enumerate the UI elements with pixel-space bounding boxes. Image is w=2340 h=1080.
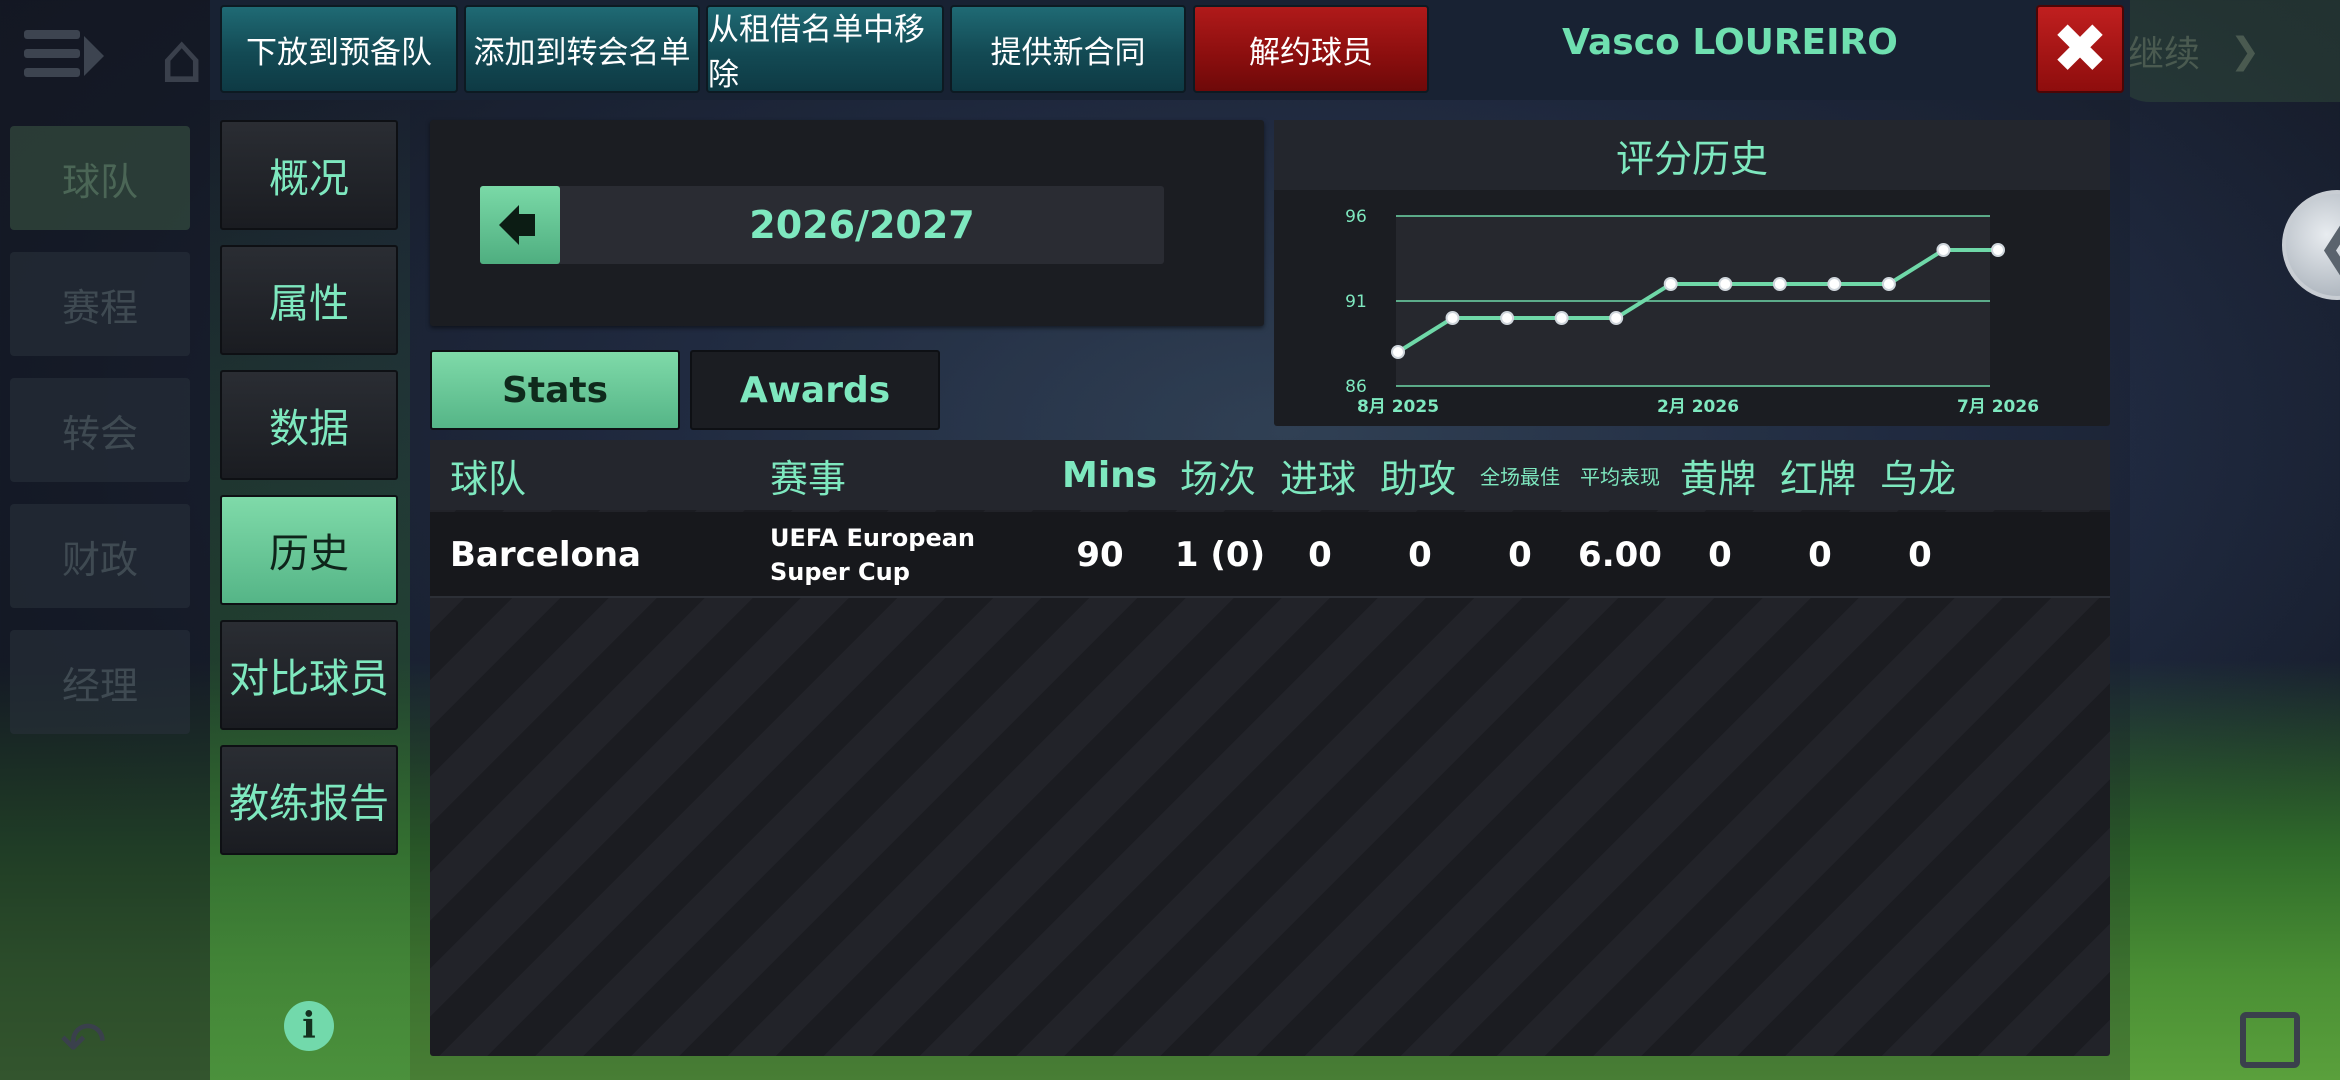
chevron-right-icon: ❯ — [2230, 30, 2261, 72]
cell-yellow-cards: 0 — [1708, 535, 1732, 575]
cell-mins: 90 — [1076, 535, 1124, 575]
tab-attributes[interactable]: 属性 — [220, 245, 398, 355]
offer-new-contract-button[interactable]: 提供新合同 — [950, 5, 1186, 93]
bg-nav-item-team[interactable]: 球队 — [10, 126, 190, 230]
rating-point — [1718, 277, 1733, 291]
previous-season-button[interactable] — [480, 186, 560, 264]
bg-nav-item-finance[interactable]: 财政 — [10, 504, 190, 608]
header-average-rating: 平均表现 — [1580, 464, 1660, 489]
side-drawer-handle[interactable]: ❮ — [2282, 190, 2340, 300]
save-icon[interactable] — [2240, 1012, 2300, 1068]
tab-compare-players[interactable]: 对比球员 — [220, 620, 398, 730]
x-tick-label: 8月 2025 — [1357, 397, 1439, 417]
cell-average-rating: 6.00 — [1578, 535, 1662, 575]
rating-point — [1663, 277, 1678, 291]
close-button[interactable]: ✖ — [2036, 5, 2124, 93]
tab-coach-report[interactable]: 教练报告 — [220, 745, 398, 855]
cell-apps: 1 (0) — [1174, 535, 1266, 575]
rating-point — [1936, 243, 1951, 257]
bg-nav-item-fixtures[interactable]: 赛程 — [10, 252, 190, 356]
y-tick-label: 96 — [1345, 207, 1367, 227]
header-own-goals: 乌龙 — [1880, 456, 1957, 501]
header-team: 球队 — [450, 456, 527, 501]
header-mins: Mins — [1062, 454, 1158, 496]
tab-stats[interactable]: Stats — [430, 350, 680, 430]
player-name: Vasco LOUREIRO — [1562, 22, 1898, 63]
tab-data[interactable]: 数据 — [220, 370, 398, 480]
tab-awards[interactable]: Awards — [690, 350, 940, 430]
header-yellow-cards: 黄牌 — [1680, 456, 1757, 501]
header-red-cards: 红牌 — [1780, 456, 1857, 501]
rating-point — [1500, 311, 1515, 325]
season-label: 2026/2027 — [749, 203, 975, 247]
bg-nav-item-manager[interactable]: 经理 — [10, 630, 190, 734]
chevron-left-icon: ❮ — [2316, 214, 2340, 279]
rating-point — [1391, 345, 1405, 359]
header-goals: 进球 — [1280, 456, 1357, 501]
continue-button[interactable]: 继续 ❯ — [2110, 0, 2340, 102]
rating-point — [1445, 311, 1460, 325]
header-assists: 助攻 — [1380, 456, 1457, 501]
background-sidebar: 球队 赛程 转会 财政 经理 ↶ — [0, 0, 210, 1080]
rating-point — [1772, 277, 1787, 291]
y-tick-label: 86 — [1345, 377, 1367, 397]
cell-assists: 0 — [1408, 535, 1432, 575]
header-man-of-the-match: 全场最佳 — [1480, 464, 1560, 489]
back-arrow-icon[interactable]: ↶ — [60, 1010, 107, 1075]
cell-red-cards: 0 — [1808, 535, 1832, 575]
home-icon[interactable]: ⌂ — [160, 20, 203, 99]
remove-from-loan-list-button[interactable]: 从租借名单中移除 — [706, 5, 944, 93]
stats-table-header — [430, 440, 2110, 510]
release-player-button[interactable]: 解约球员 — [1193, 5, 1429, 93]
tab-history[interactable]: 历史 — [220, 495, 398, 605]
menu-icon[interactable] — [18, 22, 110, 86]
close-icon: ✖ — [2051, 9, 2109, 89]
rating-point — [1827, 277, 1842, 291]
rating-point — [1991, 243, 2005, 257]
continue-label: 继续 — [2128, 34, 2201, 75]
x-tick-label: 2月 2026 — [1657, 397, 1739, 417]
y-tick-label: 91 — [1345, 292, 1367, 312]
demote-to-reserves-button[interactable]: 下放到预备队 — [220, 5, 458, 93]
cell-goals: 0 — [1308, 535, 1332, 575]
arrow-left-icon — [499, 205, 519, 245]
cell-competition: UEFA European Super Cup — [770, 524, 975, 586]
rating-history-chart: 86 91 96 8月 2025 2月 2026 7月 2026 — [1345, 207, 2039, 417]
rating-point — [1554, 311, 1569, 325]
tab-overview[interactable]: 概况 — [220, 120, 398, 230]
header-apps: 场次 — [1180, 456, 1257, 501]
bg-nav-item-transfers[interactable]: 转会 — [10, 378, 190, 482]
cell-man-of-the-match: 0 — [1508, 535, 1532, 575]
cell-team: Barcelona — [450, 535, 642, 575]
header-competition: 赛事 — [770, 456, 847, 501]
rating-point — [1609, 311, 1624, 325]
add-to-transfer-list-button[interactable]: 添加到转会名单 — [464, 5, 700, 93]
info-icon[interactable]: i — [284, 1001, 334, 1051]
rating-point — [1881, 277, 1896, 291]
cell-own-goals: 0 — [1908, 535, 1932, 575]
x-tick-label: 7月 2026 — [1957, 397, 2039, 417]
rating-history-title: 评分历史 — [1274, 120, 2110, 190]
